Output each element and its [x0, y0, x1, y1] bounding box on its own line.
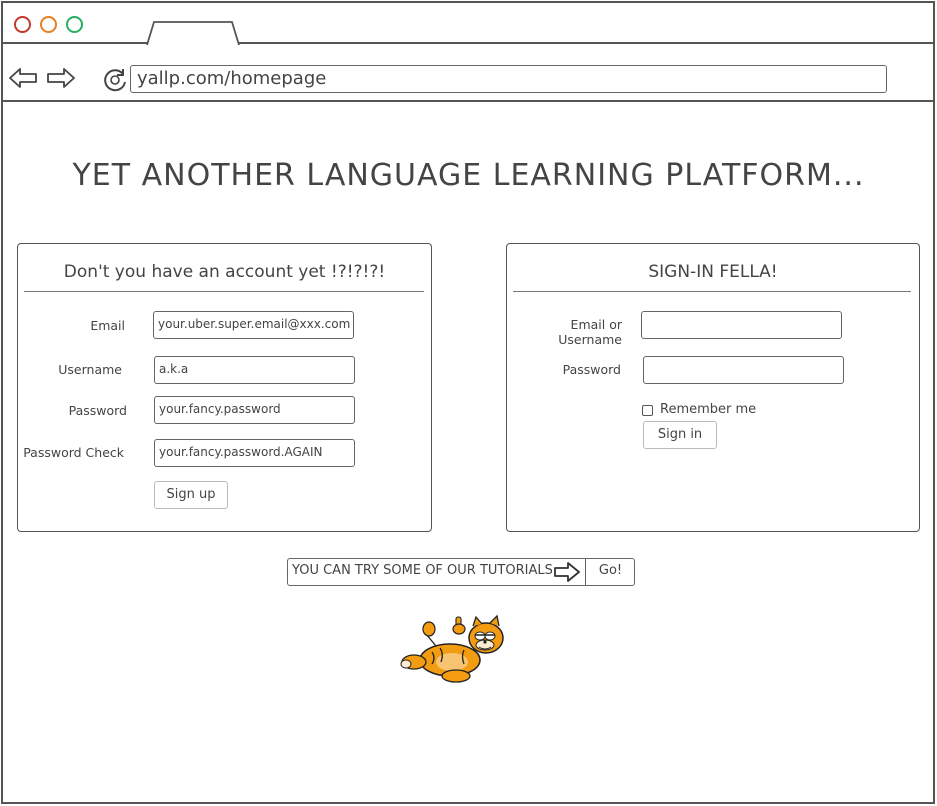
signin-password-field[interactable] — [643, 356, 844, 384]
signup-title: Don't you have an account yet !?!?!?! — [63, 262, 386, 282]
signup-password-field[interactable]: your.fancy.password — [154, 396, 355, 424]
remember-me-label: Remember me — [660, 402, 757, 417]
back-arrow-icon[interactable] — [8, 66, 38, 90]
forward-arrow-icon[interactable] — [46, 66, 76, 90]
signup-button[interactable]: Sign up — [154, 481, 228, 509]
remember-me-checkbox[interactable] — [642, 405, 653, 416]
address-bar[interactable]: yallp.com/homepage — [130, 65, 887, 93]
garfield-cat-icon — [400, 614, 504, 683]
signin-divider — [513, 291, 911, 292]
go-button[interactable]: Go! — [585, 559, 635, 585]
title-bar — [3, 3, 933, 44]
signup-divider — [24, 291, 424, 292]
reload-icon[interactable] — [101, 66, 129, 94]
signin-title: SIGN-IN FELLA! — [648, 262, 778, 282]
signup-email-field[interactable]: your.uber.super.email@xxx.com — [153, 311, 354, 339]
signin-panel — [506, 243, 920, 532]
right-arrow-icon — [554, 562, 580, 582]
tutorial-text: YOU CAN TRY SOME OF OUR TUTORIALS — [292, 563, 553, 578]
page-title: YET ANOTHER LANGUAGE LEARNING PLATFORM..… — [72, 158, 865, 193]
minimize-window-button[interactable] — [40, 16, 57, 33]
signin-email-field[interactable] — [641, 311, 842, 339]
signup-username-label: Username — [58, 362, 122, 377]
tutorial-bar: YOU CAN TRY SOME OF OUR TUTORIALS Go! — [287, 558, 635, 586]
signup-username-field[interactable]: a.k.a — [154, 356, 355, 384]
close-window-button[interactable] — [14, 16, 31, 33]
signin-email-label: Email or Username — [558, 317, 622, 347]
signup-email-label: Email — [90, 318, 125, 333]
signin-password-label: Password — [562, 362, 621, 377]
signup-password-label: Password — [68, 403, 127, 418]
signin-button[interactable]: Sign in — [643, 421, 717, 449]
browser-tab[interactable] — [146, 20, 240, 45]
signup-password-check-field[interactable]: your.fancy.password.AGAIN — [154, 439, 355, 467]
signup-password-check-label: Password Check — [23, 445, 124, 460]
maximize-window-button[interactable] — [66, 16, 83, 33]
